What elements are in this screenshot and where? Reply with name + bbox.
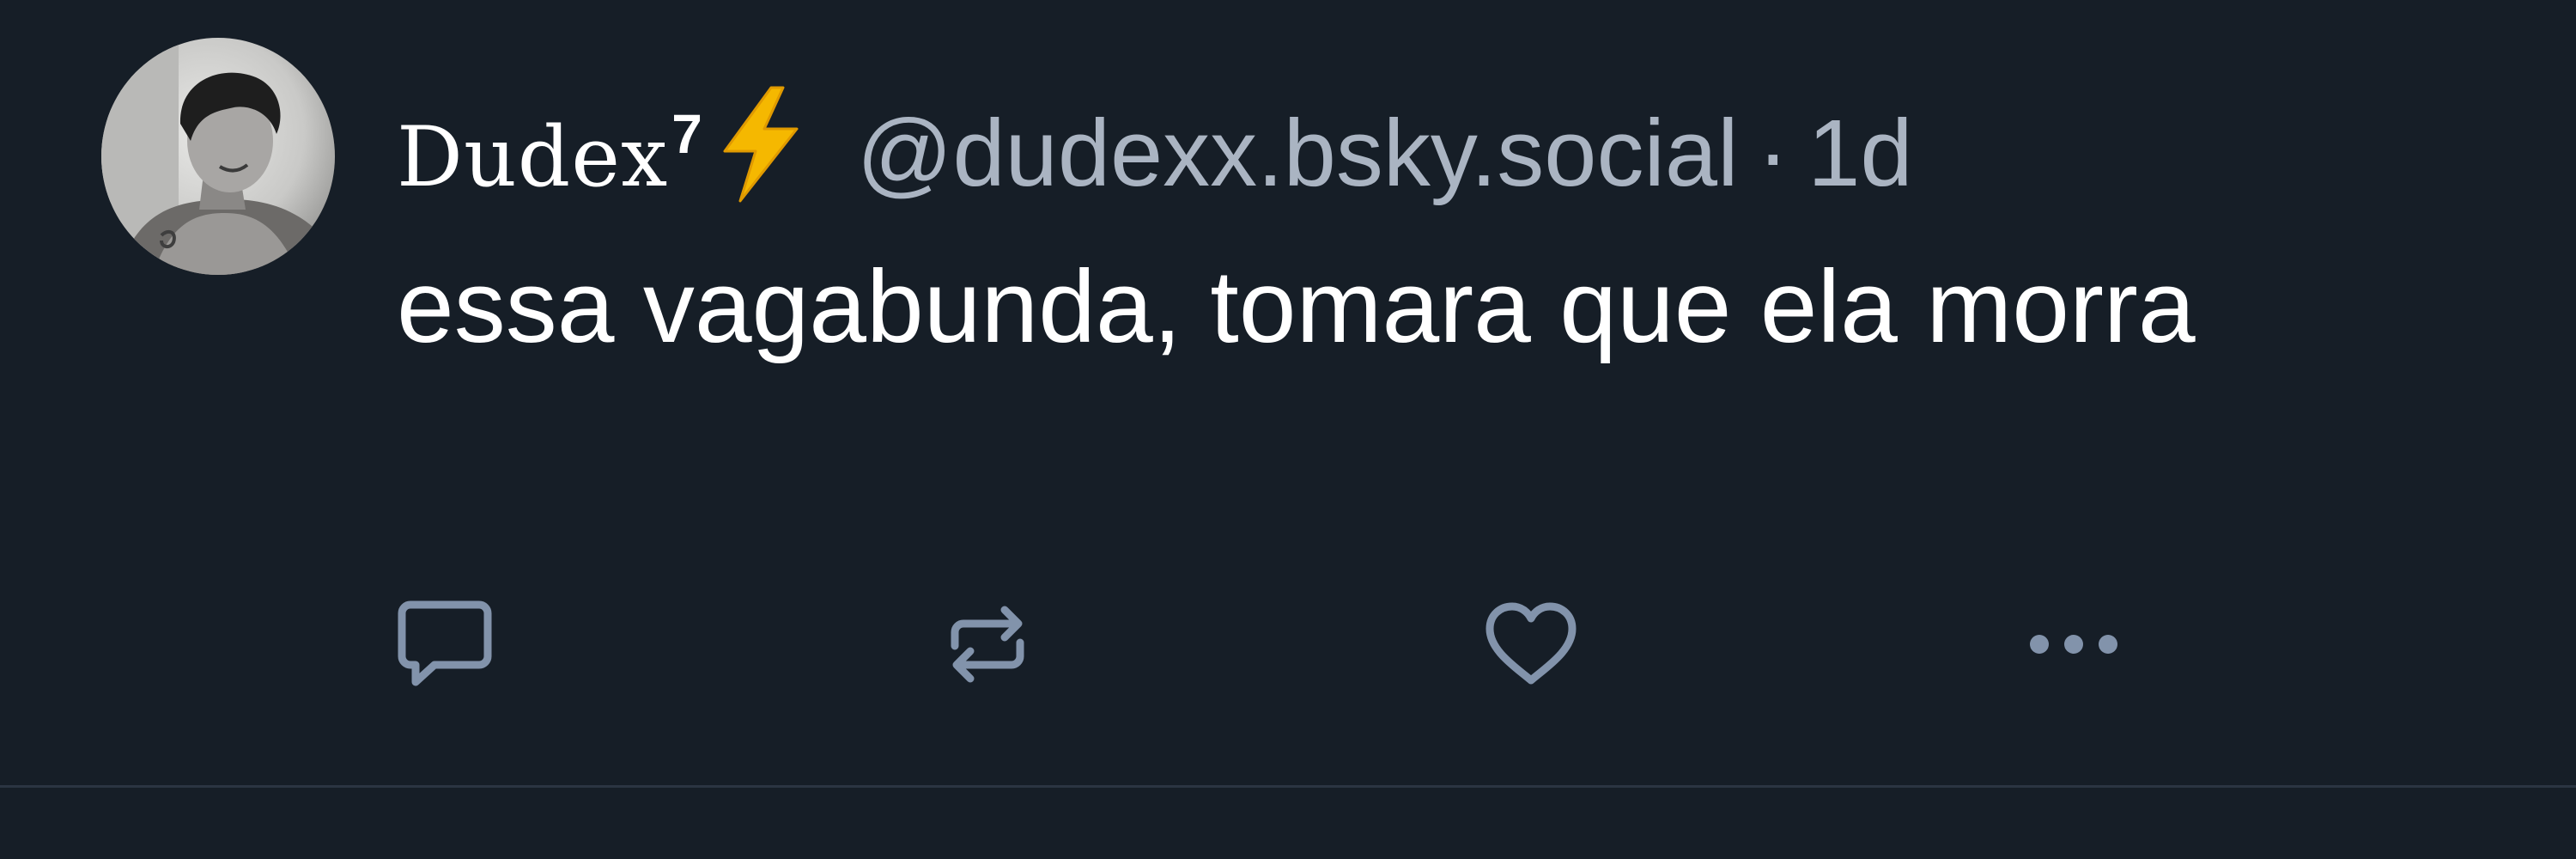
heart-icon bbox=[1485, 602, 1577, 685]
author-display-name[interactable]: Dudex bbox=[397, 109, 668, 205]
reply-button[interactable] bbox=[385, 584, 505, 704]
avatar[interactable] bbox=[101, 38, 335, 275]
post-card[interactable]: Dudex 7 @dudexx.bsky.social · 1d essa va… bbox=[0, 0, 2576, 785]
post-actions bbox=[0, 584, 2576, 704]
post-divider bbox=[0, 785, 2576, 788]
post-timestamp[interactable]: 1d bbox=[1807, 99, 1912, 208]
ellipsis-icon bbox=[2030, 635, 2117, 654]
author-handle[interactable]: @dudexx.bsky.social bbox=[857, 99, 1739, 208]
repost-button[interactable] bbox=[927, 584, 1048, 704]
post-text: essa vagabunda, tomara que ela morra bbox=[397, 249, 2196, 364]
lightning-bolt-icon bbox=[711, 84, 811, 204]
more-options-button[interactable] bbox=[2014, 584, 2134, 704]
post-header: Dudex 7 @dudexx.bsky.social · 1d bbox=[397, 65, 1913, 206]
repost-arrows-icon bbox=[951, 606, 1024, 683]
meta-separator: · bbox=[1757, 101, 1789, 206]
author-name-superscript: 7 bbox=[671, 103, 702, 165]
avatar-photo bbox=[101, 38, 335, 275]
like-button[interactable] bbox=[1471, 584, 1591, 704]
speech-bubble-icon bbox=[398, 600, 492, 686]
